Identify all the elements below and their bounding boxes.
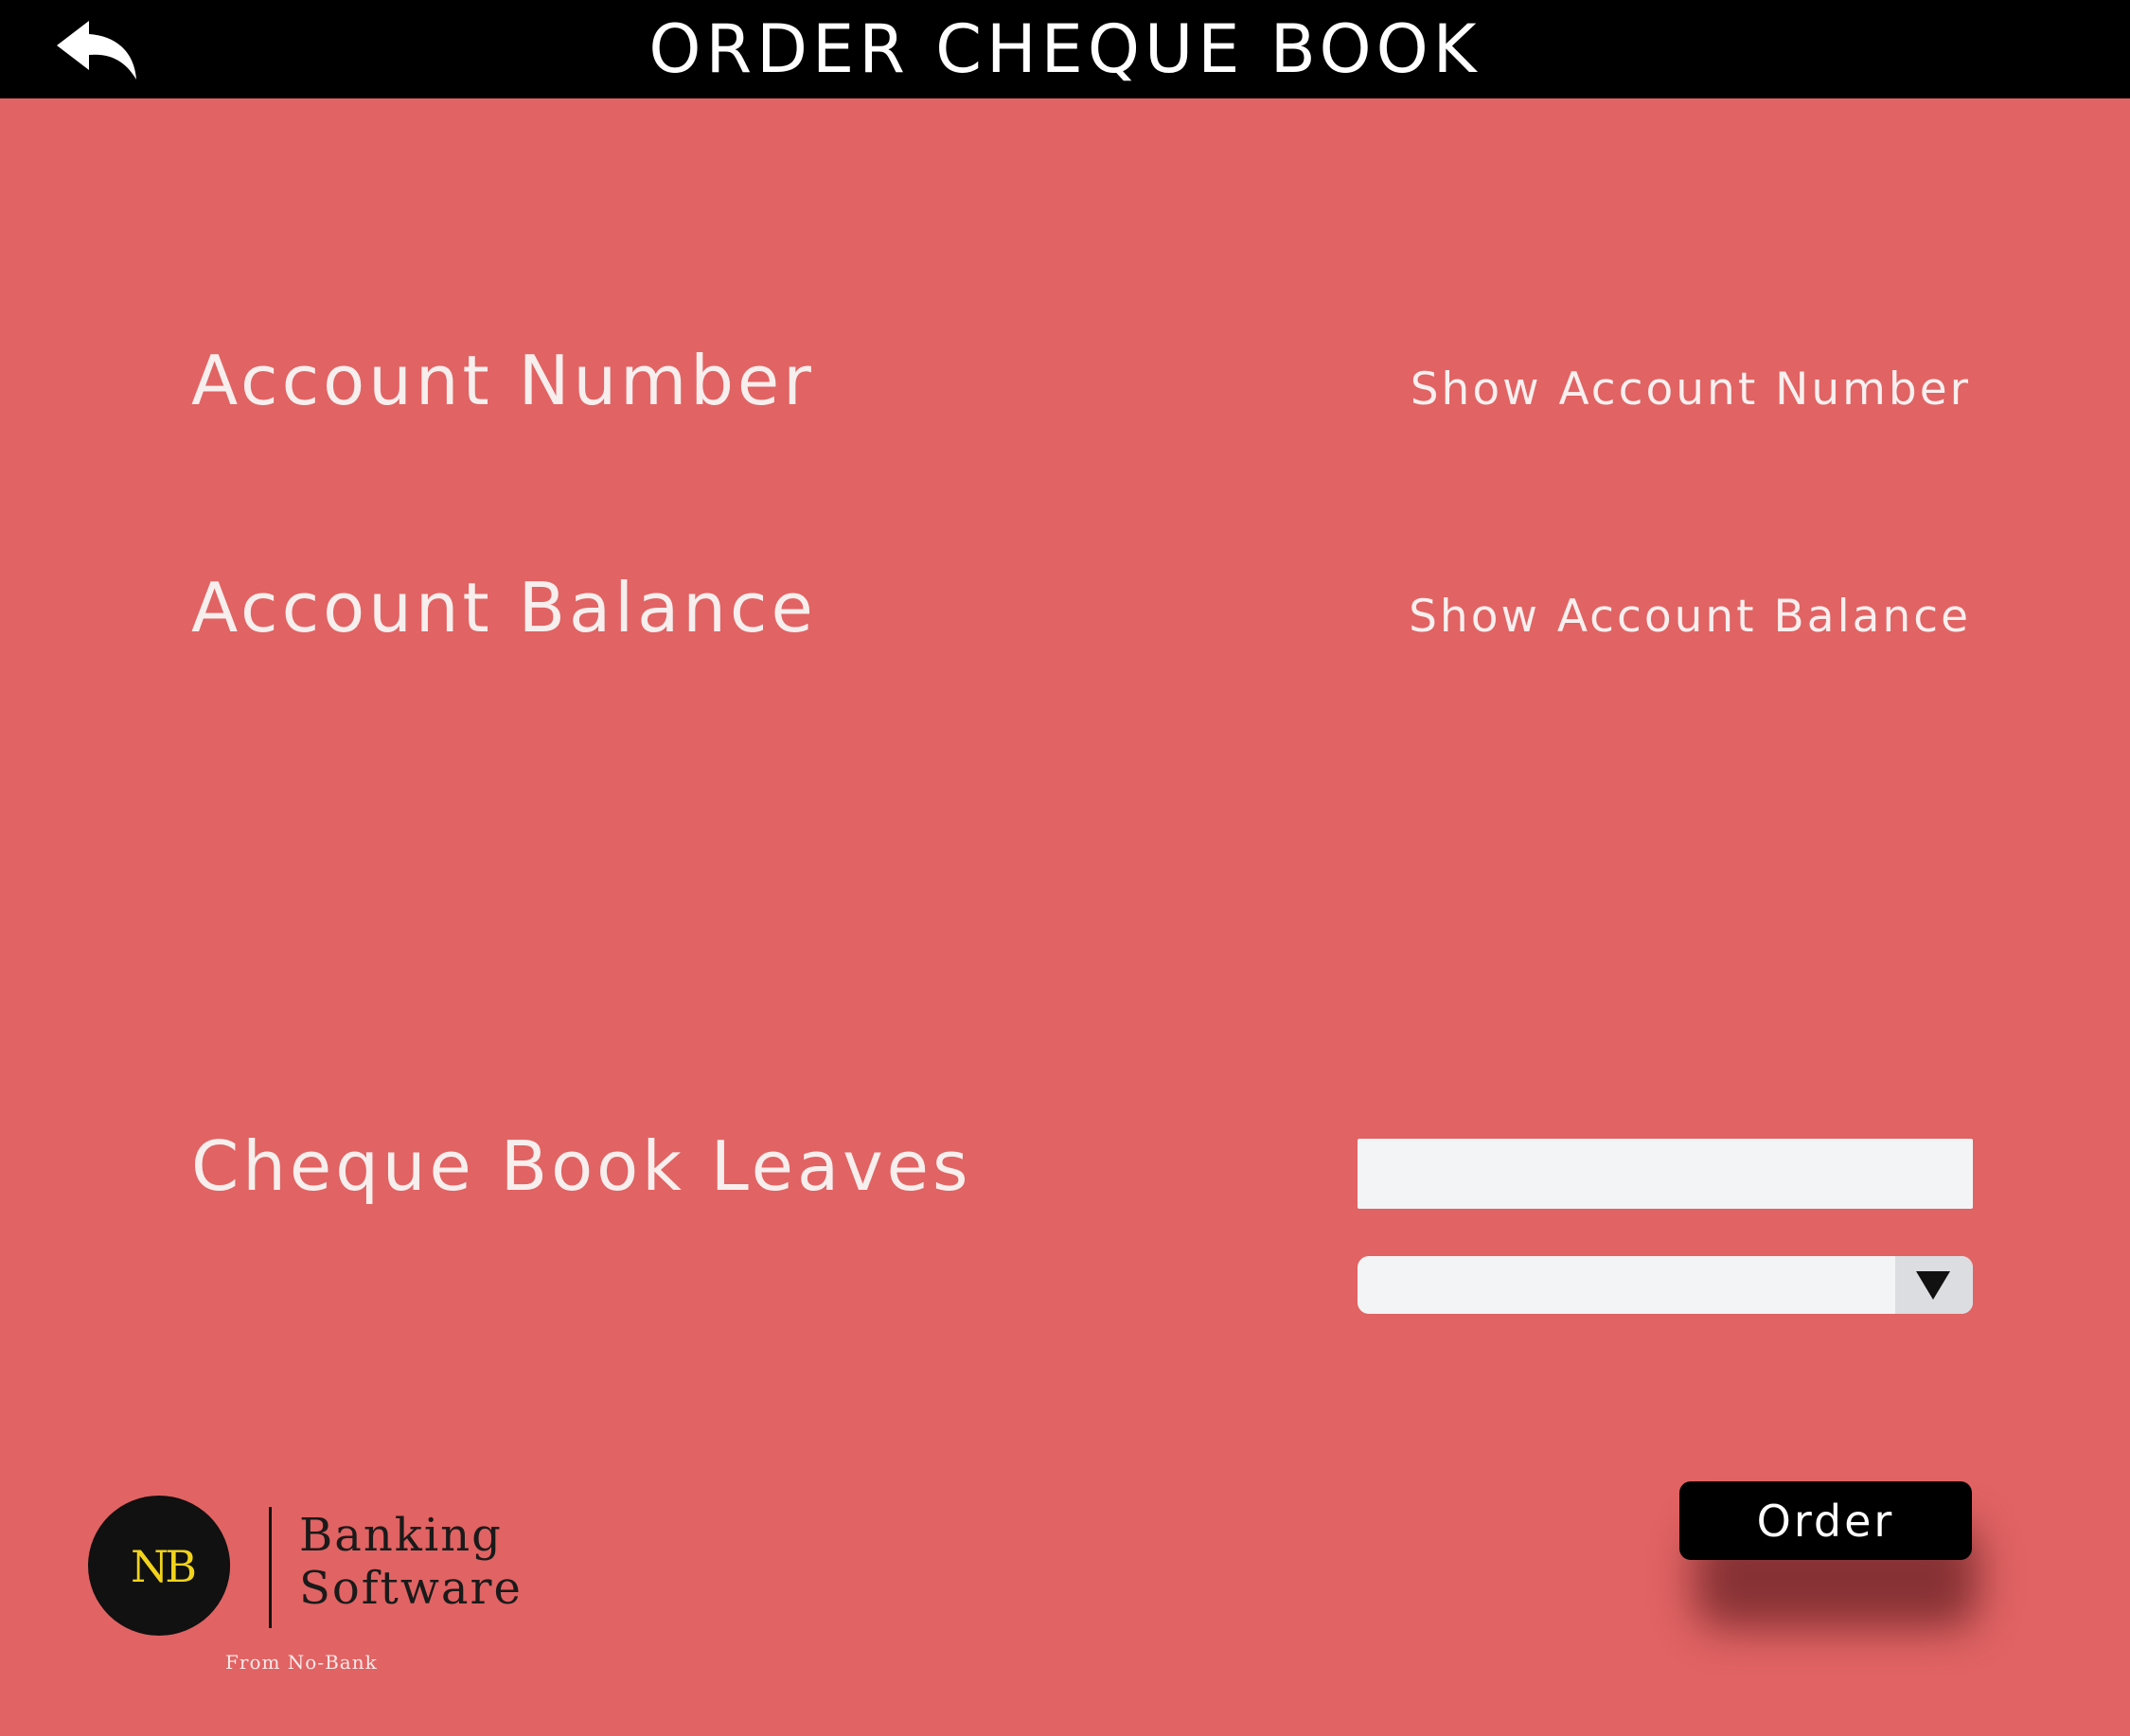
brand-line-2: Software <box>299 1562 523 1615</box>
header-bar: ORDER CHEQUE BOOK <box>0 0 2130 98</box>
account-balance-label: Account Balance <box>191 568 817 647</box>
nb-logo: NB <box>88 1496 241 1638</box>
dropdown-toggle[interactable] <box>1895 1256 1973 1314</box>
show-account-number-link[interactable]: Show Account Number <box>1411 362 1971 418</box>
show-account-balance-link[interactable]: Show Account Balance <box>1409 589 1971 646</box>
cheque-leaves-dropdown[interactable] <box>1358 1256 1973 1314</box>
cheque-book-leaves-label: Cheque Book Leaves <box>191 1126 972 1206</box>
order-button[interactable]: Order <box>1679 1481 1972 1560</box>
brand-line-1: Banking <box>299 1509 503 1562</box>
logo-letters: NB <box>130 1541 197 1592</box>
cheque-leaves-input[interactable] <box>1358 1139 1973 1209</box>
logo-divider <box>269 1507 272 1628</box>
page-title: ORDER CHEQUE BOOK <box>648 10 1482 88</box>
chevron-down-icon <box>1916 1271 1950 1300</box>
account-number-label: Account Number <box>191 341 815 420</box>
brand-tagline: From No-Bank <box>225 1651 378 1674</box>
